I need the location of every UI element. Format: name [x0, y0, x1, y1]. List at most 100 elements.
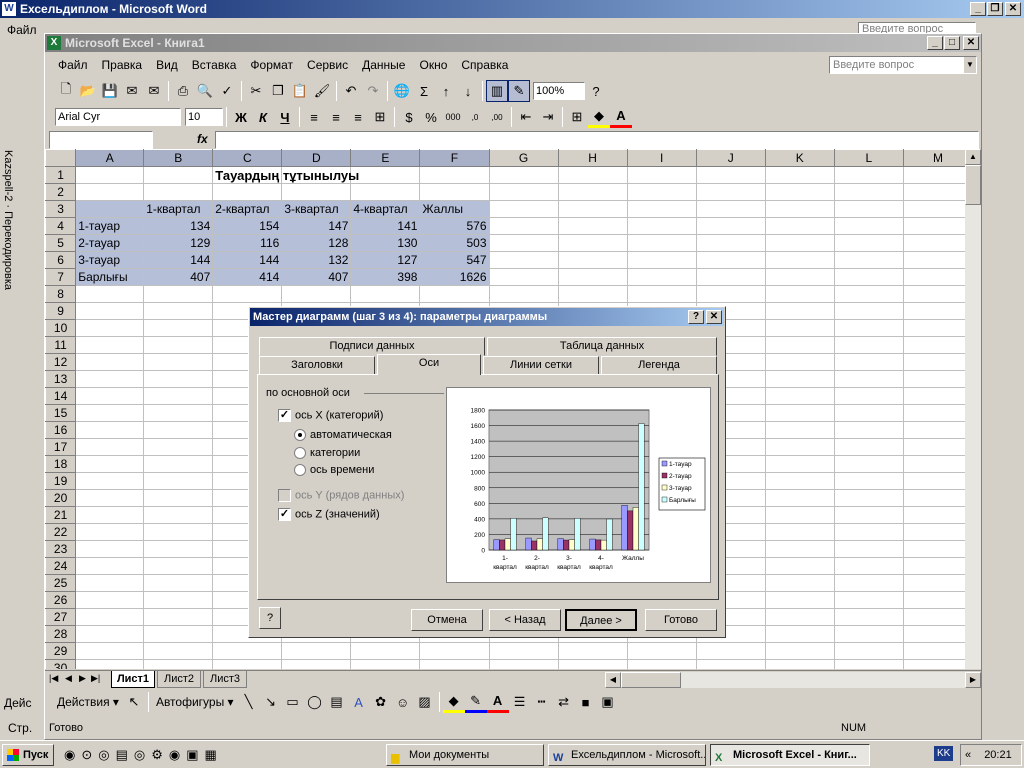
cell[interactable]	[902, 183, 965, 201]
cell[interactable]: 414	[212, 268, 283, 286]
cell[interactable]	[764, 251, 835, 269]
menu-edit[interactable]: Правка	[95, 55, 150, 75]
cell[interactable]: 132	[281, 251, 352, 269]
cell[interactable]	[833, 370, 904, 388]
print-icon[interactable]: ⎙	[172, 80, 194, 102]
cell[interactable]	[764, 268, 835, 286]
cell[interactable]	[350, 183, 421, 201]
cell[interactable]	[143, 353, 214, 371]
cell[interactable]	[488, 268, 559, 286]
percent-icon[interactable]: %	[420, 106, 442, 128]
cell[interactable]	[833, 336, 904, 354]
cell[interactable]	[902, 506, 965, 524]
cell[interactable]	[695, 200, 766, 218]
row-header[interactable]: 5	[45, 234, 77, 252]
cell[interactable]	[75, 642, 145, 660]
cell[interactable]	[281, 642, 352, 660]
cell[interactable]	[764, 540, 835, 558]
cell[interactable]	[419, 285, 490, 303]
row-header[interactable]: 2	[45, 183, 77, 201]
cell[interactable]	[902, 285, 965, 303]
cancel-button[interactable]: Отмена	[411, 609, 483, 631]
borders-icon[interactable]: ⊞	[566, 106, 588, 128]
vertical-scrollbar[interactable]: ▲	[965, 149, 981, 669]
cell[interactable]	[833, 387, 904, 405]
save-icon[interactable]: 💾	[99, 80, 121, 102]
print-preview-icon[interactable]: 🔍	[194, 80, 216, 102]
scroll-right-button[interactable]: ▶	[965, 672, 981, 688]
increase-decimal-icon[interactable]: ,0	[464, 106, 486, 128]
cell[interactable]	[833, 591, 904, 609]
bold-icon[interactable]: Ж	[230, 106, 252, 128]
decrease-decimal-icon[interactable]: ,00	[486, 106, 508, 128]
cell[interactable]: 547	[419, 251, 490, 269]
cell[interactable]	[764, 642, 835, 660]
shadow-icon[interactable]: ■	[575, 691, 597, 713]
cell[interactable]	[833, 353, 904, 371]
cell[interactable]: 1-квартал	[143, 200, 214, 218]
cell[interactable]	[212, 285, 283, 303]
cell[interactable]: 398	[350, 268, 421, 286]
cell[interactable]: Барлығы	[75, 268, 145, 286]
cell[interactable]	[143, 659, 214, 669]
dialog-help-icon-button[interactable]: ?	[259, 607, 281, 629]
cell[interactable]	[212, 183, 283, 201]
dialog-close-button[interactable]: ✕	[706, 310, 722, 324]
drawing-icon[interactable]: ✎	[508, 80, 530, 102]
cell[interactable]	[902, 472, 965, 490]
row-header[interactable]: 23	[45, 540, 77, 558]
row-header[interactable]: 25	[45, 574, 77, 592]
column-header[interactable]: M	[902, 149, 965, 167]
hscroll-thumb[interactable]	[621, 672, 681, 688]
cell[interactable]	[764, 183, 835, 201]
cell[interactable]	[557, 217, 628, 235]
copy-icon[interactable]: ❐	[267, 80, 289, 102]
cell[interactable]	[143, 455, 214, 473]
sort-desc-icon[interactable]: ↓	[457, 80, 479, 102]
cut-icon[interactable]: ✂	[245, 80, 267, 102]
cell[interactable]	[143, 404, 214, 422]
line-color-icon[interactable]: ✎	[464, 691, 487, 713]
column-header[interactable]: J	[695, 149, 766, 167]
sheet-tab-3[interactable]: Лист3	[203, 671, 247, 688]
cell[interactable]	[75, 404, 145, 422]
column-header[interactable]: B	[143, 149, 214, 167]
cell[interactable]	[557, 234, 628, 252]
cell[interactable]	[75, 455, 145, 473]
cell[interactable]	[350, 285, 421, 303]
row-header[interactable]: 30	[45, 659, 77, 669]
cell[interactable]	[143, 302, 214, 320]
row-header[interactable]: 7	[45, 268, 77, 286]
row-header[interactable]: 10	[45, 319, 77, 337]
cell[interactable]	[833, 200, 904, 218]
cell[interactable]	[902, 268, 965, 286]
cell[interactable]	[75, 336, 145, 354]
column-header[interactable]: G	[488, 149, 559, 167]
cell[interactable]	[557, 285, 628, 303]
cell[interactable]	[695, 183, 766, 201]
cell[interactable]	[75, 608, 145, 626]
column-header[interactable]: K	[764, 149, 835, 167]
cell[interactable]	[833, 625, 904, 643]
fill-color-icon[interactable]: ◆	[588, 106, 610, 128]
undo-icon[interactable]: ↶	[340, 80, 362, 102]
zoom-select[interactable]: 100%	[533, 82, 585, 100]
cell[interactable]	[833, 183, 904, 201]
clipart-icon[interactable]: ☺	[392, 691, 414, 713]
cell[interactable]: 503	[419, 234, 490, 252]
cell[interactable]	[764, 234, 835, 252]
cell[interactable]	[833, 302, 904, 320]
cell[interactable]	[833, 251, 904, 269]
cell[interactable]	[833, 234, 904, 252]
cell[interactable]	[695, 217, 766, 235]
cell[interactable]	[833, 421, 904, 439]
cell[interactable]	[902, 625, 965, 643]
name-box[interactable]	[49, 131, 153, 149]
row-header[interactable]: 28	[45, 625, 77, 643]
radio-time-axis[interactable]: ось времени	[294, 464, 374, 477]
cell[interactable]: 129	[143, 234, 214, 252]
column-header[interactable]: A	[75, 149, 145, 167]
autosum-icon[interactable]: Σ	[413, 80, 435, 102]
row-header[interactable]: 19	[45, 472, 77, 490]
paste-icon[interactable]: 📋	[289, 80, 311, 102]
